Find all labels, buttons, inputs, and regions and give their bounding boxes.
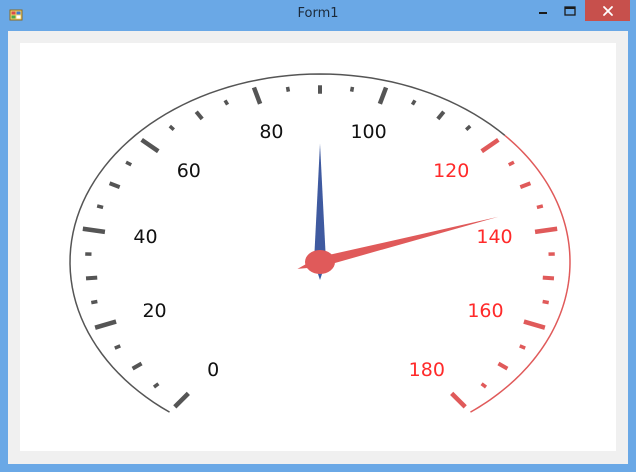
- minor-tick: [223, 99, 230, 106]
- minor-tick: [168, 124, 175, 131]
- gauge-panel: 0 20 40 60 80 100 120 140 160 180: [20, 43, 616, 451]
- minor-tick: [436, 110, 446, 121]
- minor-tick: [152, 382, 160, 389]
- minor-tick: [480, 382, 488, 389]
- minor-tick: [519, 181, 532, 189]
- gauge-scale-label: 80: [259, 121, 283, 143]
- minor-tick: [536, 204, 544, 210]
- gauge-scale-label: 160: [467, 300, 503, 322]
- speedometer-gauge: 0 20 40 60 80 100 120 140 160 180: [69, 73, 571, 413]
- minor-tick: [465, 124, 472, 131]
- minimize-button[interactable]: [529, 0, 556, 21]
- gauge-center-hub: [305, 250, 335, 274]
- minor-tick: [108, 181, 121, 189]
- gauge-scale-label: 120: [433, 160, 469, 182]
- gauge-scale-label: 180: [409, 359, 445, 381]
- major-tick: [82, 226, 106, 235]
- minor-tick: [410, 99, 417, 106]
- gauge-scale-label: 140: [476, 226, 512, 248]
- minor-tick: [96, 204, 104, 210]
- minor-tick: [519, 344, 526, 350]
- maximize-icon: [563, 5, 576, 16]
- maximize-button[interactable]: [556, 0, 583, 21]
- minor-tick: [125, 160, 133, 167]
- minor-tick: [542, 275, 555, 281]
- minor-tick: [285, 86, 291, 92]
- gauge-scale-label: 40: [133, 226, 157, 248]
- major-tick: [94, 319, 117, 330]
- minor-tick: [85, 275, 98, 281]
- minor-tick: [497, 361, 509, 371]
- gauge-scale-label: 20: [142, 300, 166, 322]
- major-tick: [377, 86, 389, 105]
- major-tick: [534, 226, 558, 235]
- minor-tick: [90, 299, 98, 305]
- application-window: Form1 0 20 40 60 80 100 120 140 160 180: [0, 0, 636, 472]
- close-icon: [602, 5, 613, 16]
- minor-tick: [131, 361, 143, 371]
- gauge-scale-label: 0: [207, 359, 219, 381]
- minor-tick: [114, 344, 121, 350]
- gauge-scale-label: 60: [177, 160, 201, 182]
- minor-tick: [507, 160, 515, 167]
- form-client-area: 0 20 40 60 80 100 120 140 160 180: [8, 31, 628, 464]
- minor-tick: [349, 86, 355, 92]
- major-tick: [523, 319, 546, 330]
- title-bar[interactable]: Form1: [0, 0, 636, 30]
- minor-tick: [542, 299, 550, 305]
- major-tick: [480, 137, 500, 154]
- minor-tick: [194, 110, 204, 121]
- major-tick: [140, 137, 160, 154]
- gauge-scale-label: 100: [350, 121, 386, 143]
- major-tick: [450, 391, 467, 409]
- major-tick: [173, 391, 190, 409]
- major-tick: [251, 86, 263, 105]
- minimize-icon: [538, 11, 547, 14]
- close-button[interactable]: [585, 0, 630, 21]
- gauge-outer-arc-danger: [470, 134, 571, 413]
